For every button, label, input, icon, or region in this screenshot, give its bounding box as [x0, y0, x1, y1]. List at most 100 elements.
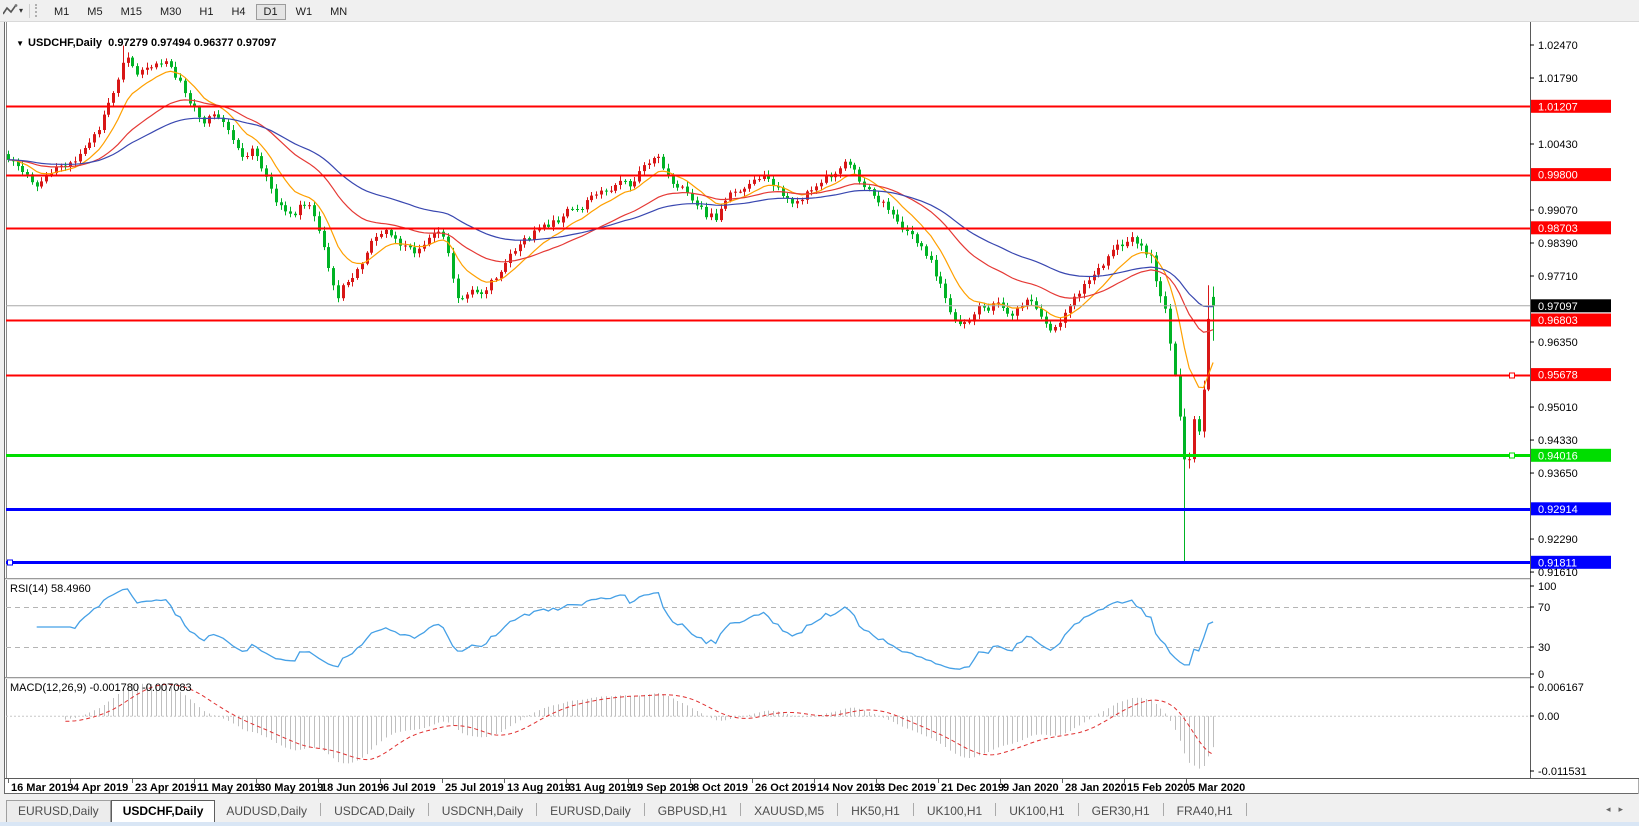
rsi-indicator-label: RSI(14) 58.4960 [10, 583, 91, 595]
date-tick-label: 26 Oct 2019 [755, 782, 816, 794]
price-level-badge: 0.98703 [1538, 223, 1578, 235]
price-tick-label: 0.92290 [1538, 534, 1578, 546]
window-bottom-edge [0, 822, 1639, 826]
rsi-tick-label: 70 [1538, 602, 1550, 614]
tab-separator [1078, 803, 1079, 816]
date-tick-label: 9 Jan 2020 [1003, 782, 1059, 794]
timeframe-button-H1[interactable]: H1 [191, 4, 221, 20]
date-tick-label: 4 Apr 2019 [73, 782, 128, 794]
price-level-badge: 0.91811 [1538, 557, 1577, 569]
date-tick-label: 5 Mar 2020 [1189, 782, 1245, 794]
date-tick-label: 14 Nov 2019 [817, 782, 881, 794]
rsi-tick-label: 30 [1538, 642, 1550, 654]
tab-eurusd-daily[interactable]: EURUSD,Daily [6, 800, 111, 822]
chart-canvas[interactable]: 1.02470 1.01790 1.00430 0.99070 0.98390 0.977… [0, 0, 1639, 826]
toolbar-separator [29, 4, 30, 18]
date-tick-label: 28 Jan 2020 [1065, 782, 1127, 794]
tab-separator [1246, 803, 1247, 816]
price-tick-label: 0.97710 [1538, 271, 1578, 283]
price-tick-label: 1.01790 [1538, 73, 1578, 85]
date-tick-label: 11 May 2019 [197, 782, 261, 794]
tab-separator [536, 803, 537, 816]
price-tick-label: 0.95010 [1538, 402, 1578, 414]
tab-usdcnh-daily[interactable]: USDCNH,Daily [431, 801, 534, 822]
date-tick-label: 31 Aug 2019 [569, 782, 633, 794]
chart-tabs: EURUSD,DailyUSDCHF,DailyAUDUSD,DailyUSDC… [6, 798, 1249, 822]
tab-uk100-h1[interactable]: UK100,H1 [998, 801, 1075, 822]
timeframe-button-D1[interactable]: D1 [256, 4, 286, 20]
date-tick-label: 13 Aug 2019 [507, 782, 571, 794]
price-tick-label: 0.99070 [1538, 205, 1578, 217]
macd-tick-label: 0.006167 [1538, 682, 1584, 694]
rsi-tick-label: 0 [1538, 669, 1544, 681]
price-level-badge: 0.94016 [1538, 450, 1578, 462]
tool-dropdown-caret-icon[interactable]: ▾ [19, 6, 23, 15]
chart-tab-bar: EURUSD,DailyUSDCHF,DailyAUDUSD,DailyUSDC… [0, 794, 1639, 822]
price-level-badge: 1.01207 [1538, 101, 1578, 113]
date-tick-label: 30 May 2019 [259, 782, 323, 794]
tab-separator [428, 803, 429, 816]
price-level-badge: 0.96803 [1538, 315, 1578, 327]
tab-separator [913, 803, 914, 816]
date-tick-label: 18 Jun 2019 [321, 782, 383, 794]
tab-separator [320, 803, 321, 816]
tab-gbpusd-h1[interactable]: GBPUSD,H1 [647, 801, 738, 822]
date-tick-label: 16 Mar 2019 [11, 782, 73, 794]
tab-separator [995, 803, 996, 816]
date-tick-label: 3 Dec 2019 [879, 782, 936, 794]
timeframe-button-M15[interactable]: M15 [113, 4, 150, 20]
date-tick-label: 25 Jul 2019 [445, 782, 504, 794]
tab-separator [740, 803, 741, 816]
date-tick-label: 15 Feb 2020 [1127, 782, 1189, 794]
date-tick-label: 21 Dec 2019 [941, 782, 1004, 794]
tab-separator [644, 803, 645, 816]
price-tick-label: 0.98390 [1538, 238, 1578, 250]
timeframe-button-H4[interactable]: H4 [223, 4, 253, 20]
ohlc-values: 0.97279 0.97494 0.96377 0.97097 [108, 37, 276, 49]
chart-window-frame [5, 22, 1639, 794]
tab-scroll-left-icon[interactable]: ◂ [1606, 804, 1619, 814]
price-tick-label: 0.96350 [1538, 337, 1578, 349]
date-tick-label: 23 Apr 2019 [135, 782, 196, 794]
line-tool-icon[interactable] [1, 3, 19, 19]
rsi-tick-label: 100 [1538, 581, 1556, 593]
tab-scroll-arrows: ◂▸ [1606, 804, 1631, 815]
price-tick-label: 0.94330 [1538, 435, 1578, 447]
toolbar-grip[interactable] [35, 4, 40, 17]
price-level-badge: 0.95678 [1538, 370, 1578, 382]
price-tick-label: 1.00430 [1538, 139, 1578, 151]
price-tick-label: 1.02470 [1538, 40, 1578, 52]
tab-usdcad-daily[interactable]: USDCAD,Daily [323, 801, 426, 822]
timeframe-button-M30[interactable]: M30 [152, 4, 189, 20]
time-axis[interactable]: 16 Mar 20194 Apr 2019 23 Apr 201911 May 2… [5, 779, 1638, 794]
tab-xauusd-m5[interactable]: XAUUSD,M5 [743, 801, 835, 822]
timeframe-buttons: M1M5M15M30H1H4D1W1MN [45, 2, 356, 20]
timeframe-button-W1[interactable]: W1 [288, 4, 321, 20]
date-tick-label: 6 Jul 2019 [383, 782, 436, 794]
tab-uk100-h1[interactable]: UK100,H1 [916, 801, 993, 822]
price-axis[interactable]: 1.02470 1.01790 1.00430 0.99070 0.98390 0.977… [1530, 22, 1639, 778]
tab-fra40-h1[interactable]: FRA40,H1 [1166, 801, 1244, 822]
price-level-badge: 0.92914 [1538, 504, 1578, 516]
chart-title: ▼ USDCHF,Daily 0.97279 0.97494 0.96377 0.… [10, 25, 276, 49]
tab-ger30-h1[interactable]: GER30,H1 [1081, 801, 1161, 822]
toolbar: ▾ M1M5M15M30H1H4D1W1MN [0, 0, 1639, 22]
tab-scroll-right-icon[interactable]: ▸ [1618, 804, 1631, 814]
price-level-badge: 0.97097 [1538, 301, 1578, 313]
tab-audusd-daily[interactable]: AUDUSD,Daily [215, 801, 318, 822]
price-tick-label: 0.93650 [1538, 468, 1578, 480]
tab-hk50-h1[interactable]: HK50,H1 [840, 801, 911, 822]
collapse-caret-icon[interactable]: ▼ [16, 39, 24, 48]
date-tick-label: 8 Oct 2019 [693, 782, 748, 794]
price-level-badge: 0.99800 [1538, 170, 1578, 182]
macd-tick-label: -0.011531 [1538, 766, 1587, 778]
timeframe-button-M1[interactable]: M1 [46, 4, 77, 20]
macd-indicator-label: MACD(12,26,9) -0.001780 -0.007083 [10, 682, 192, 694]
tab-separator [1163, 803, 1164, 816]
tab-eurusd-daily[interactable]: EURUSD,Daily [539, 801, 642, 822]
macd-tick-label: 0.00 [1538, 711, 1559, 723]
timeframe-button-MN[interactable]: MN [322, 4, 355, 20]
timeframe-button-M5[interactable]: M5 [79, 4, 110, 20]
tab-usdchf-daily[interactable]: USDCHF,Daily [111, 800, 216, 822]
symbol-period-label: USDCHF,Daily [28, 37, 102, 49]
